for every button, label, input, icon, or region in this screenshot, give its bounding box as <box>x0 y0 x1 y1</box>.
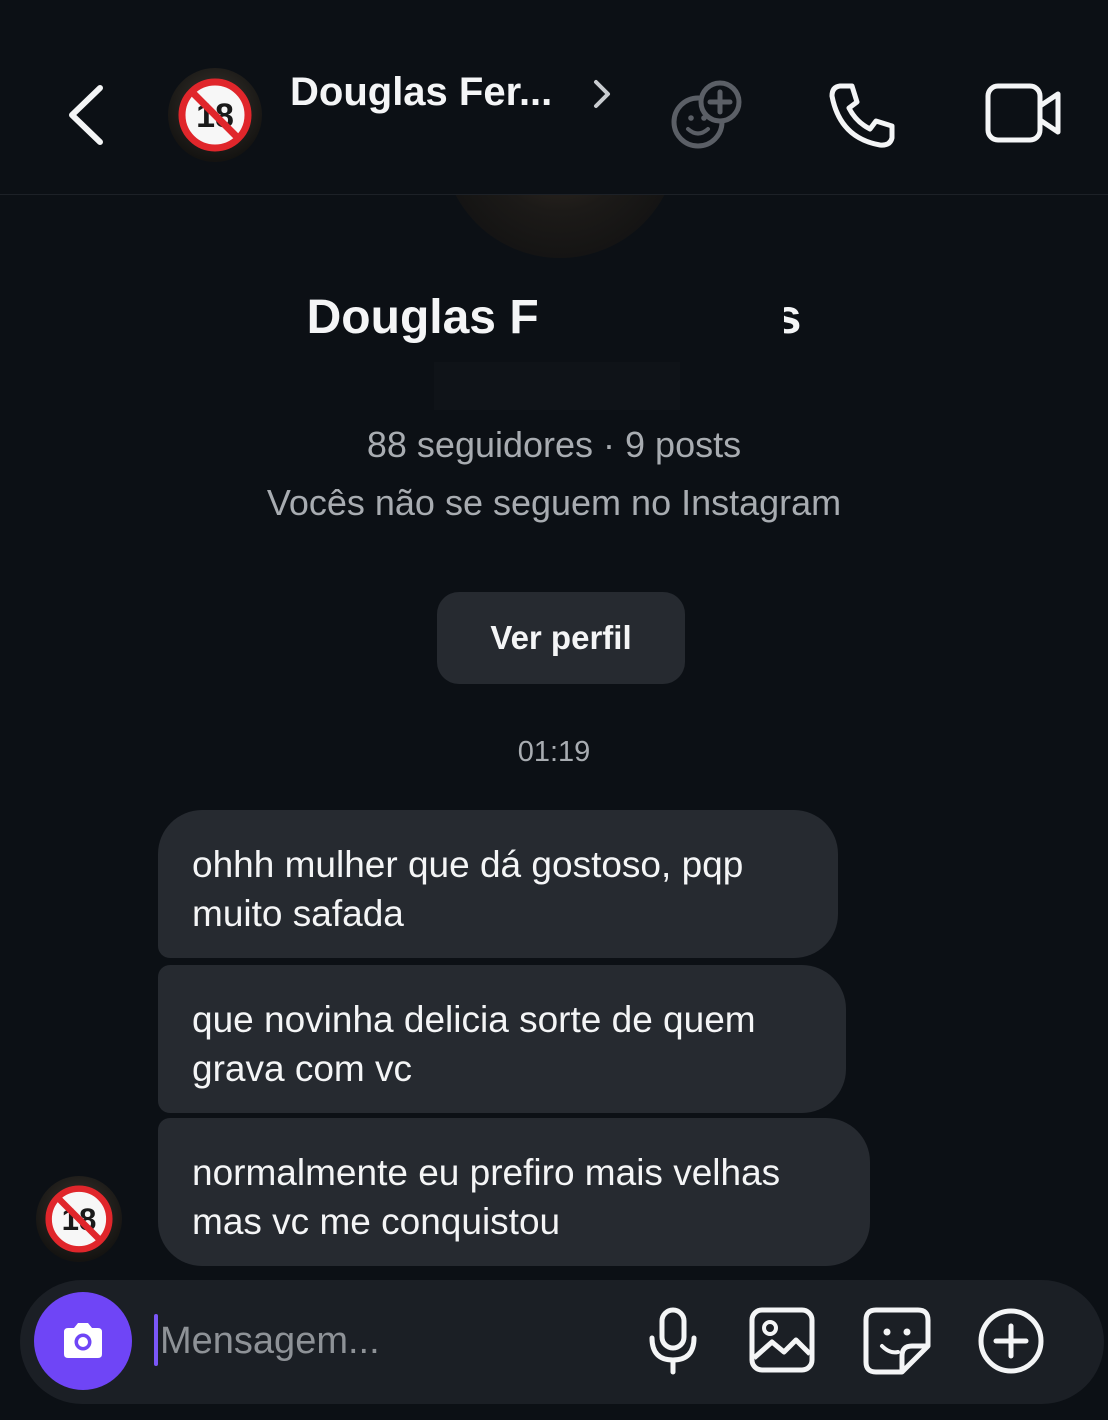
gallery-button[interactable] <box>748 1306 816 1374</box>
sticker-icon <box>863 1307 931 1375</box>
contact-name[interactable]: Douglas Fer... <box>290 70 552 115</box>
text-caret <box>154 1314 158 1366</box>
follow-status: Vocês não se seguem no Instagram <box>266 482 842 523</box>
message-bubble[interactable]: que novinha delicia sorte de quem grava … <box>158 965 846 1113</box>
video-camera-icon <box>985 83 1061 143</box>
plus-circle-icon <box>978 1308 1044 1374</box>
add-people-button[interactable] <box>668 78 746 152</box>
sticker-button[interactable] <box>862 1306 932 1376</box>
voice-message-button[interactable] <box>644 1306 702 1376</box>
eighteen-plus-badge-icon: 18 <box>178 78 252 152</box>
chevron-right-icon[interactable] <box>588 74 616 114</box>
microphone-icon <box>649 1307 697 1375</box>
message-line: muito safada <box>192 893 404 934</box>
profile-stats: 88 seguidores · 9 posts <box>366 424 742 465</box>
message-bubble[interactable]: ohhh mulher que dá gostoso, pqp muito sa… <box>158 810 838 958</box>
gallery-icon <box>749 1307 815 1373</box>
username-redaction <box>434 362 680 410</box>
message-line: grava com vc <box>192 1048 413 1089</box>
view-profile-button[interactable]: Ver perfil <box>437 592 685 684</box>
message-line: ohhh mulher que dá gostoso, pqp <box>192 844 744 885</box>
message-line: mas vc me conquistou <box>192 1201 561 1242</box>
message-bubble[interactable]: normalmente eu prefiro mais velhas mas v… <box>158 1118 870 1266</box>
message-line: normalmente eu prefiro mais velhas <box>192 1152 781 1193</box>
more-options-button[interactable] <box>976 1306 1046 1376</box>
sender-avatar[interactable]: 18 <box>36 1176 122 1262</box>
voice-call-button[interactable] <box>826 80 898 150</box>
chat-screen: 18 Douglas Fer... <box>0 0 1108 1420</box>
header-avatar[interactable]: 18 <box>168 68 262 162</box>
message-timestamp: 01:19 <box>517 736 591 768</box>
chevron-left-icon <box>69 85 103 145</box>
eighteen-plus-badge-icon: 18 <box>45 1185 113 1253</box>
camera-button[interactable] <box>34 1292 132 1390</box>
back-button[interactable] <box>58 80 118 150</box>
message-input[interactable] <box>160 1312 620 1370</box>
profile-name-start: Douglas F <box>306 291 539 344</box>
add-people-icon <box>671 80 742 149</box>
camera-icon <box>64 1323 102 1358</box>
message-line: que novinha delicia sorte de quem <box>192 999 756 1040</box>
name-redaction <box>548 296 784 342</box>
chat-header: 18 Douglas Fer... <box>0 0 1108 195</box>
phone-icon <box>829 83 895 148</box>
video-call-button[interactable] <box>984 80 1064 146</box>
